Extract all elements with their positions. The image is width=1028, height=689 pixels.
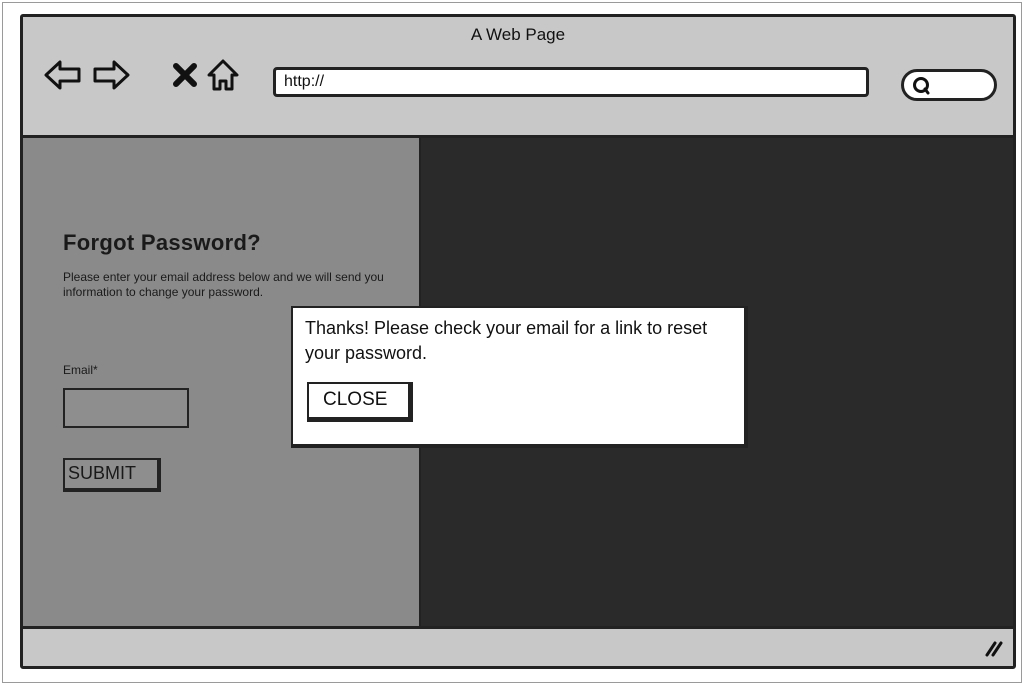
status-bar: [23, 626, 1013, 666]
back-arrow-icon[interactable]: [43, 55, 83, 95]
browser-window: A Web Page http:// Forgot Password? Plea…: [20, 14, 1016, 669]
dialog-message: Thanks! Please check your email for a li…: [305, 318, 708, 363]
browser-toolbar: A Web Page http://: [23, 17, 1013, 138]
url-input[interactable]: http://: [273, 67, 869, 97]
search-icon: [912, 76, 934, 101]
close-button[interactable]: CLOSE: [307, 382, 413, 422]
page-title: Forgot Password?: [63, 230, 261, 255]
search-field[interactable]: [901, 69, 997, 101]
confirmation-dialog: Thanks! Please check your email for a li…: [291, 306, 748, 448]
window-title: A Web Page: [470, 25, 566, 44]
email-field[interactable]: [63, 388, 189, 428]
page-content: Forgot Password? Please enter your email…: [23, 138, 1013, 626]
form-description: Please enter your email address below an…: [63, 270, 384, 299]
home-icon[interactable]: [203, 55, 243, 95]
submit-button[interactable]: SUBMIT: [63, 458, 161, 492]
close-x-icon[interactable]: [165, 55, 205, 95]
resize-grip-icon[interactable]: [983, 639, 1003, 662]
forward-arrow-icon[interactable]: [91, 55, 131, 95]
email-label: Email*: [63, 363, 98, 377]
